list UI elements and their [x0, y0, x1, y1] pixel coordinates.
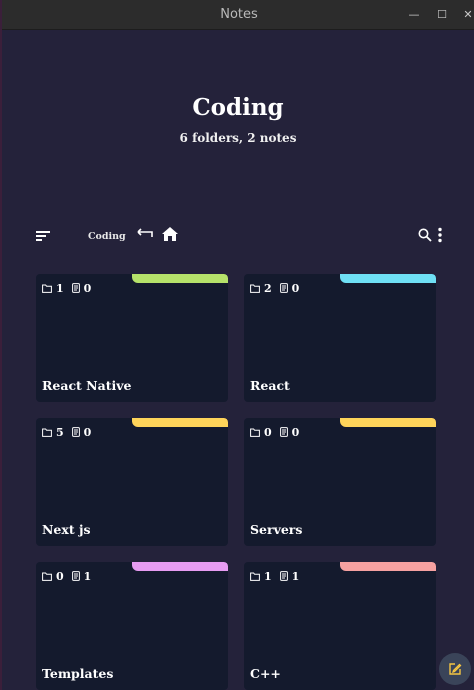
folder-color-tab	[340, 418, 436, 427]
folder-counts: 5 0	[42, 425, 99, 439]
folder-counts: 2 0	[250, 281, 307, 295]
note-count: 0	[83, 425, 92, 439]
toolbar: Coding	[2, 222, 474, 250]
window-title: Notes	[220, 7, 258, 22]
breadcrumb[interactable]: Coding	[88, 231, 126, 242]
folder-counts: 1 1	[250, 569, 307, 583]
new-note-button[interactable]	[439, 653, 471, 685]
folder-card[interactable]: 5 0 Next js	[36, 418, 228, 546]
folder-name: C++	[250, 666, 281, 681]
note-icon	[279, 283, 288, 293]
home-icon[interactable]	[161, 226, 179, 242]
folder-counts: 0 1	[42, 569, 99, 583]
note-count: 0	[291, 425, 300, 439]
note-count: 0	[291, 281, 300, 295]
folder-icon	[250, 284, 260, 293]
subfolder-count: 2	[264, 281, 272, 295]
folder-name: Templates	[42, 666, 114, 681]
subfolder-count: 5	[56, 425, 64, 439]
folder-icon	[250, 572, 260, 581]
folder-color-tab	[132, 418, 228, 427]
folder-color-tab	[132, 562, 228, 571]
folder-card[interactable]: 1 1 C++	[244, 562, 436, 690]
note-icon	[71, 427, 80, 437]
note-count: 1	[83, 569, 92, 583]
maximize-button[interactable]: ☐	[433, 6, 451, 24]
folder-counts: 1 0	[42, 281, 99, 295]
note-icon	[279, 427, 288, 437]
folder-card[interactable]: 0 1 Templates	[36, 562, 228, 690]
close-button[interactable]: ✕	[459, 6, 474, 24]
sort-icon[interactable]	[36, 231, 50, 242]
page-title: Coding	[192, 94, 284, 121]
folder-icon	[42, 428, 52, 437]
folder-summary: 6 folders, 2 notes	[179, 131, 297, 145]
note-icon	[71, 571, 80, 581]
app-window: Notes — ☐ ✕ Coding 6 folders, 2 notes Co…	[0, 0, 474, 690]
folder-card[interactable]: 2 0 React	[244, 274, 436, 402]
folder-color-tab	[340, 562, 436, 571]
note-icon	[279, 571, 288, 581]
more-vert-icon[interactable]	[436, 227, 444, 243]
folder-color-tab	[132, 274, 228, 283]
edit-icon	[449, 663, 462, 675]
subfolder-count: 1	[56, 281, 64, 295]
folder-name: React Native	[42, 378, 132, 393]
folder-counts: 0 0	[250, 425, 307, 439]
folder-icon	[42, 572, 52, 581]
folder-name: Servers	[250, 522, 303, 537]
search-icon[interactable]	[418, 227, 432, 242]
back-arrow-icon[interactable]	[136, 226, 154, 242]
folder-card[interactable]: 1 0 React Native	[36, 274, 228, 402]
folder-icon	[250, 428, 260, 437]
subfolder-count: 0	[264, 425, 272, 439]
subfolder-count: 1	[264, 569, 272, 583]
subfolder-count: 0	[56, 569, 64, 583]
note-count: 1	[291, 569, 300, 583]
folder-icon	[42, 284, 52, 293]
folder-color-tab	[340, 274, 436, 283]
note-icon	[71, 283, 80, 293]
minimize-button[interactable]: —	[405, 6, 423, 24]
note-count: 0	[83, 281, 92, 295]
folder-card[interactable]: 0 0 Servers	[244, 418, 436, 546]
folder-name: Next js	[42, 522, 91, 537]
folder-header: Coding 6 folders, 2 notes	[2, 94, 474, 145]
folder-name: React	[250, 378, 290, 393]
title-bar: Notes — ☐ ✕	[2, 0, 474, 30]
